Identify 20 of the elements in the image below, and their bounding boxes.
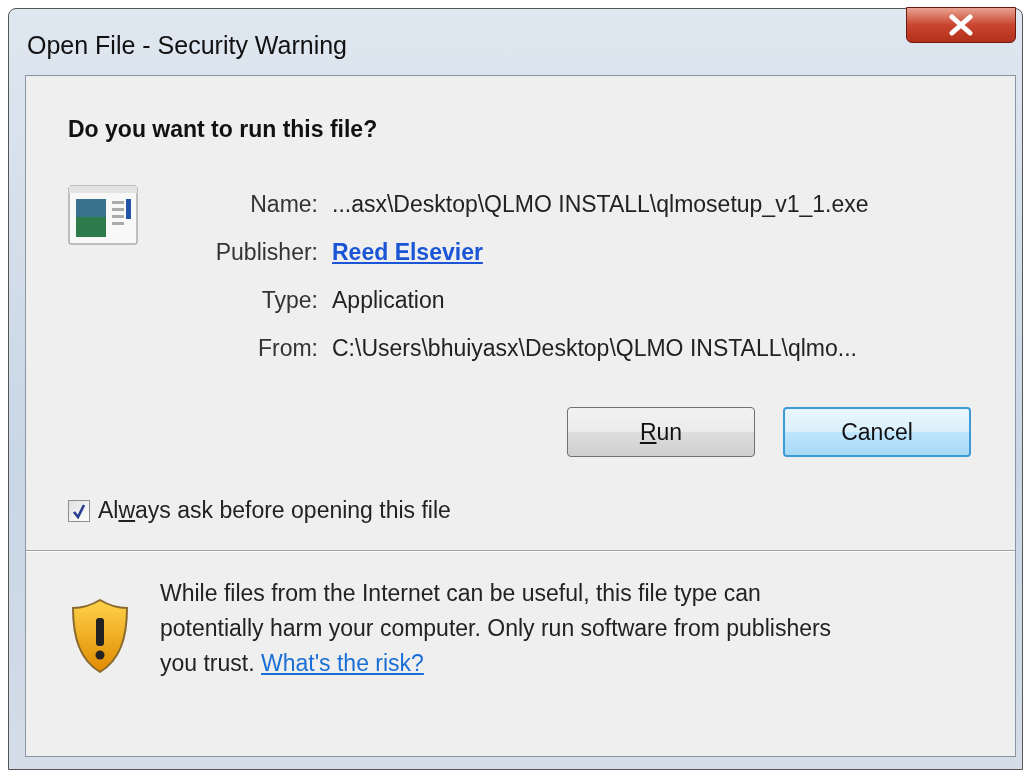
close-button[interactable]	[906, 7, 1016, 43]
checkbox[interactable]	[68, 499, 90, 522]
publisher-link[interactable]: Reed Elsevier	[332, 237, 869, 267]
dialog-heading: Do you want to run this file?	[68, 116, 379, 143]
warning-text: While files from the Internet can be useful, this file type can potentially harm your computer. Only run software from publishers you trust. What's the risk?	[160, 579, 833, 678]
cancel-button[interactable]: Cancel	[783, 407, 971, 457]
window-title: Open File - Security Warning	[27, 30, 348, 60]
run-button[interactable]: Run	[567, 407, 755, 457]
field-label: Type:	[260, 286, 318, 315]
field-value: C:\Users\bhuiyasx\Desktop\QLMO INSTALL\qlmo...	[332, 334, 858, 363]
field-value: ...asx\Desktop\QLMO INSTALL\qlmosetup_v1_1.exe	[332, 190, 869, 219]
field-label: Publisher:	[214, 238, 318, 267]
application-icon	[68, 185, 138, 247]
field-label: From:	[256, 334, 318, 363]
field-value: Application	[332, 286, 446, 315]
checkbox-label: Always ask before opening this file	[98, 497, 451, 524]
field-label: Name:	[249, 190, 318, 219]
risk-link[interactable]: What's the risk?	[261, 650, 424, 676]
warning-shield-icon	[70, 598, 130, 674]
close-icon	[948, 14, 974, 36]
